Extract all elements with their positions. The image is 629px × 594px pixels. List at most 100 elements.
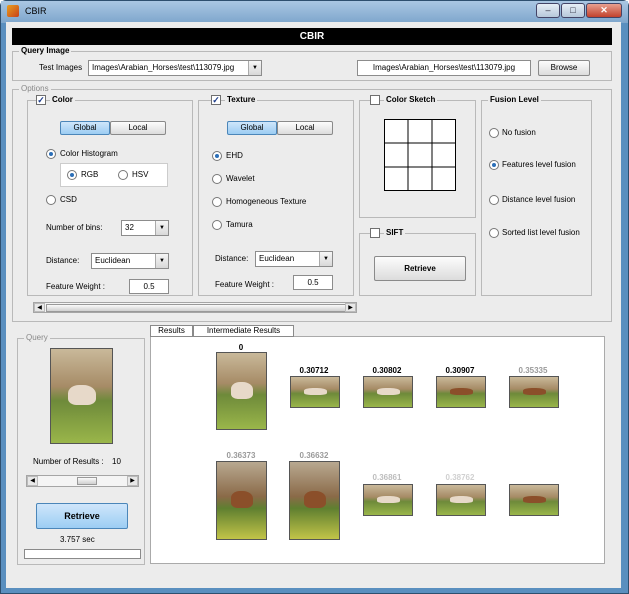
sift-retrieve-button[interactable]: Retrieve bbox=[374, 256, 466, 281]
rgb-label: RGB bbox=[81, 170, 99, 179]
color-local-button[interactable]: Local bbox=[110, 121, 166, 135]
result-image[interactable] bbox=[436, 484, 486, 516]
sorted-list-radio[interactable] bbox=[489, 228, 499, 238]
color-title: Color bbox=[50, 94, 75, 106]
features-level-radio[interactable] bbox=[489, 160, 499, 170]
no-fusion-radio[interactable] bbox=[489, 128, 499, 138]
color-histogram-label: Color Histogram bbox=[60, 149, 118, 158]
result-score: 0 bbox=[238, 343, 244, 352]
title-bar: CBIR – □ ✕ bbox=[1, 1, 628, 23]
result-image[interactable] bbox=[216, 352, 267, 430]
options-scrollbar-thumb[interactable] bbox=[46, 304, 346, 312]
no-fusion-label: No fusion bbox=[502, 128, 536, 137]
result-image[interactable] bbox=[289, 461, 340, 540]
histogram-space-box: RGB HSV bbox=[60, 163, 168, 187]
wavelet-radio[interactable] bbox=[212, 174, 222, 184]
results-slider[interactable]: ◀ ▶ bbox=[26, 475, 139, 487]
query-image bbox=[50, 348, 113, 444]
hsv-radio[interactable] bbox=[118, 170, 128, 180]
minimize-icon[interactable]: – bbox=[536, 3, 560, 18]
color-global-button[interactable]: Global bbox=[60, 121, 110, 135]
result-image[interactable] bbox=[436, 376, 486, 408]
bins-select[interactable]: 32 ▼ bbox=[121, 220, 169, 236]
texture-weight-input[interactable]: 0.5 bbox=[293, 275, 333, 290]
color-checkbox[interactable]: ✓ bbox=[36, 95, 46, 105]
texture-distance-select[interactable]: Euclidean ▼ bbox=[255, 251, 333, 267]
dropdown-arrow-icon[interactable]: ▼ bbox=[155, 254, 168, 268]
window-title: CBIR bbox=[25, 6, 47, 16]
color-weight-label: Feature Weight : bbox=[46, 282, 105, 291]
tab-intermediate-results[interactable]: Intermediate Results bbox=[193, 325, 294, 337]
color-sketch-checkbox[interactable] bbox=[370, 95, 380, 105]
sift-panel: SIFT Retrieve bbox=[359, 227, 476, 296]
scroll-right-icon[interactable]: ▶ bbox=[345, 303, 356, 312]
color-weight-input[interactable]: 0.5 bbox=[129, 279, 169, 294]
distance-level-label: Distance level fusion bbox=[502, 195, 576, 204]
maximize-icon[interactable]: □ bbox=[561, 3, 585, 18]
browse-button[interactable]: Browse bbox=[538, 60, 590, 76]
progress-bar bbox=[24, 549, 141, 559]
app-header: CBIR bbox=[12, 28, 612, 45]
sift-checkbox[interactable] bbox=[370, 228, 380, 238]
test-images-select[interactable]: Images\Arabian_Horses\test\113079.jpg ▼ bbox=[88, 60, 262, 76]
result-image[interactable] bbox=[363, 376, 413, 408]
scroll-right-icon[interactable]: ▶ bbox=[127, 476, 138, 486]
close-icon[interactable]: ✕ bbox=[586, 3, 622, 18]
dropdown-arrow-icon[interactable]: ▼ bbox=[155, 221, 168, 235]
result-image[interactable] bbox=[216, 461, 267, 540]
rgb-radio[interactable] bbox=[67, 170, 77, 180]
scroll-left-icon[interactable]: ◀ bbox=[34, 303, 45, 312]
result-image[interactable] bbox=[290, 376, 340, 408]
distance-level-radio[interactable] bbox=[489, 195, 499, 205]
tab-results[interactable]: Results bbox=[150, 325, 193, 337]
color-distance-select[interactable]: Euclidean ▼ bbox=[91, 253, 169, 269]
query-retrieve-button[interactable]: Retrieve bbox=[36, 503, 128, 529]
color-distance-label: Distance: bbox=[46, 256, 80, 265]
query-title: Query bbox=[24, 332, 50, 344]
result-score: 0.30712 bbox=[299, 366, 329, 375]
test-images-label: Test Images bbox=[39, 63, 83, 72]
dropdown-arrow-icon[interactable]: ▼ bbox=[248, 61, 261, 75]
color-sketch-title: Color Sketch bbox=[384, 94, 438, 106]
bins-value: 32 bbox=[125, 223, 134, 232]
wavelet-label: Wavelet bbox=[226, 174, 255, 183]
ehd-radio[interactable] bbox=[212, 151, 222, 161]
result-image[interactable] bbox=[509, 376, 559, 408]
texture-global-button[interactable]: Global bbox=[227, 121, 277, 135]
result-image[interactable] bbox=[363, 484, 413, 516]
result-image[interactable] bbox=[509, 484, 559, 516]
color-panel: ✓ Color Global Local Color Histogram RGB… bbox=[27, 94, 193, 296]
result-score: 0.35335 bbox=[518, 366, 548, 375]
homogeneous-label: Homogeneous Texture bbox=[226, 197, 307, 206]
texture-local-button[interactable]: Local bbox=[277, 121, 333, 135]
options-scrollbar[interactable]: ◀ ▶ bbox=[33, 302, 357, 313]
csd-label: CSD bbox=[60, 195, 77, 204]
csd-radio[interactable] bbox=[46, 195, 56, 205]
tamura-radio[interactable] bbox=[212, 220, 222, 230]
result-score: 0.36632 bbox=[299, 451, 329, 460]
color-distance-value: Euclidean bbox=[95, 256, 131, 265]
number-of-results-label: Number of Results : bbox=[33, 457, 104, 466]
dropdown-arrow-icon[interactable]: ▼ bbox=[319, 252, 332, 266]
color-sketch-panel: Color Sketch bbox=[359, 94, 476, 218]
fusion-level-panel: Fusion Level No fusion Features level fu… bbox=[481, 94, 592, 296]
result-score: 0.36861 bbox=[372, 473, 402, 482]
results-slider-thumb[interactable] bbox=[77, 477, 97, 485]
texture-weight-label: Feature Weight : bbox=[215, 280, 274, 289]
sketch-grid[interactable] bbox=[384, 119, 456, 191]
homogeneous-radio[interactable] bbox=[212, 197, 222, 207]
sift-title: SIFT bbox=[384, 227, 406, 239]
ehd-label: EHD bbox=[226, 151, 243, 160]
test-images-value: Images\Arabian_Horses\test\113079.jpg bbox=[92, 63, 235, 72]
query-image-title: Query Image bbox=[19, 45, 72, 57]
result-score: 0.30907 bbox=[445, 366, 475, 375]
sorted-list-label: Sorted list level fusion bbox=[502, 228, 580, 237]
tamura-label: Tamura bbox=[226, 220, 253, 229]
color-histogram-radio[interactable] bbox=[46, 149, 56, 159]
texture-checkbox[interactable]: ✓ bbox=[211, 95, 221, 105]
texture-distance-value: Euclidean bbox=[259, 254, 295, 263]
texture-title: Texture bbox=[225, 94, 258, 106]
scroll-left-icon[interactable]: ◀ bbox=[27, 476, 38, 486]
fusion-level-title: Fusion Level bbox=[488, 94, 541, 106]
options-title: Options bbox=[19, 83, 51, 95]
